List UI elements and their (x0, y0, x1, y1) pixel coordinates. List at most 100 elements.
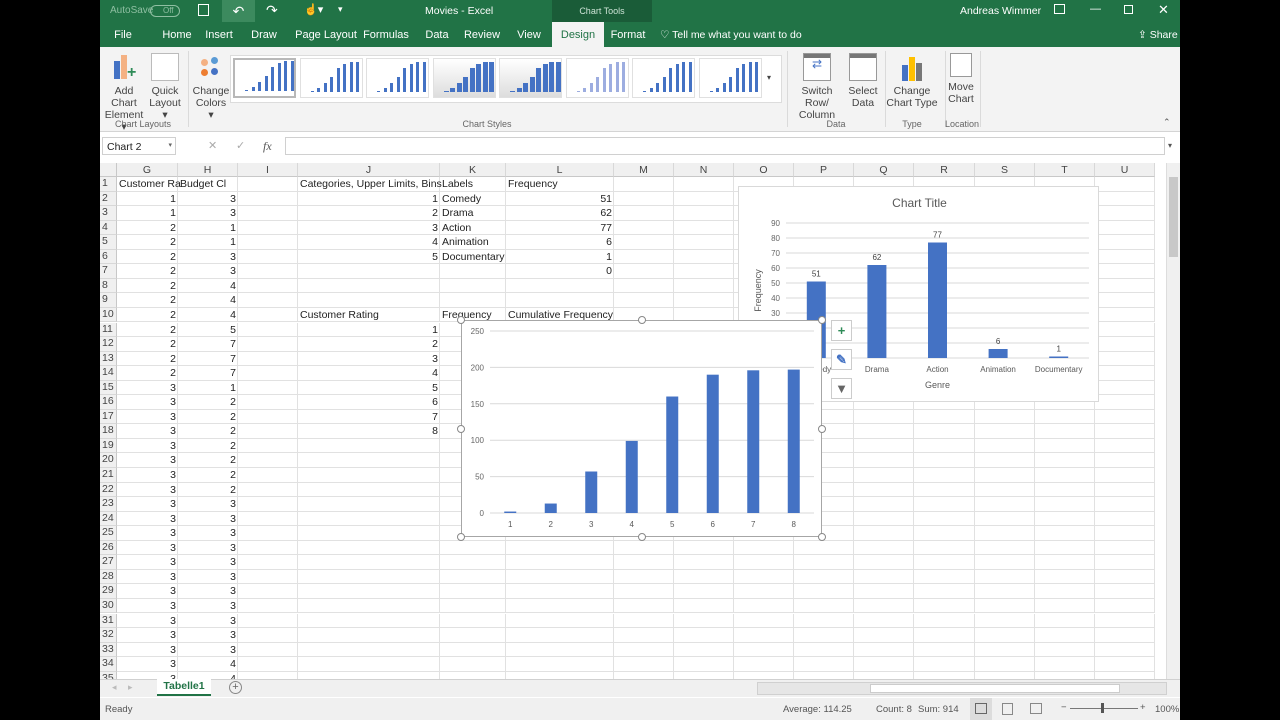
cell[interactable] (914, 642, 975, 658)
cell[interactable] (298, 598, 440, 614)
cell-L2[interactable]: 51 (506, 192, 614, 207)
cell-J18[interactable]: 8 (298, 424, 440, 439)
cell-G34[interactable]: 3 (117, 657, 178, 672)
cell[interactable] (614, 249, 674, 265)
cell[interactable] (614, 191, 674, 207)
cell-J1[interactable]: Categories, Upper Limits, Bins (298, 177, 442, 192)
cell[interactable] (614, 540, 674, 556)
cell[interactable] (238, 351, 298, 367)
cell[interactable] (674, 293, 734, 308)
cell[interactable] (238, 497, 298, 512)
cell-J10[interactable]: Customer Rating (298, 308, 440, 323)
cell[interactable] (1035, 468, 1095, 483)
cell[interactable] (975, 671, 1035, 679)
cell[interactable] (854, 657, 914, 672)
cell-G21[interactable]: 3 (117, 468, 178, 483)
tab-page-layout[interactable]: Page Layout (290, 22, 362, 47)
save-icon[interactable] (198, 4, 209, 16)
cell[interactable] (854, 628, 914, 643)
cell[interactable] (298, 511, 440, 527)
cell[interactable] (734, 671, 794, 679)
cell[interactable] (506, 657, 614, 672)
cell[interactable] (506, 569, 614, 585)
cell[interactable] (298, 453, 440, 468)
cell-H25[interactable]: 3 (178, 526, 238, 541)
row-header[interactable]: 3 (100, 206, 117, 221)
cell[interactable] (854, 468, 914, 483)
chart-style-2[interactable] (299, 58, 363, 98)
cell[interactable] (298, 540, 440, 556)
row-header[interactable]: 14 (100, 366, 117, 381)
cell-H16[interactable]: 2 (178, 395, 238, 410)
cell[interactable] (238, 642, 298, 658)
row-header[interactable]: 25 (100, 526, 117, 541)
row-header[interactable]: 10 (100, 307, 117, 323)
chart-style-4[interactable] (432, 58, 496, 98)
cell[interactable] (734, 613, 794, 629)
cell-H8[interactable]: 4 (178, 279, 238, 294)
cell-G4[interactable]: 2 (117, 221, 178, 236)
cell[interactable] (975, 526, 1035, 541)
row-header[interactable]: 16 (100, 395, 117, 410)
cell[interactable] (238, 511, 298, 527)
row-header[interactable]: 33 (100, 642, 117, 658)
row-header[interactable]: 12 (100, 337, 117, 352)
cell[interactable] (1095, 351, 1155, 367)
cell[interactable] (614, 613, 674, 629)
cell[interactable] (854, 526, 914, 541)
cell[interactable] (614, 657, 674, 672)
move-chart-button[interactable]: Move Chart (946, 51, 976, 105)
tab-view[interactable]: View (512, 22, 546, 47)
cell[interactable] (506, 671, 614, 679)
tab-data[interactable]: Data (420, 22, 454, 47)
cell[interactable] (975, 497, 1035, 512)
row-header[interactable]: 32 (100, 628, 117, 643)
collapse-ribbon-icon[interactable]: ⌃ (1163, 117, 1171, 128)
chart-style-1[interactable] (233, 58, 296, 98)
cell[interactable] (1095, 511, 1155, 527)
cell[interactable] (854, 482, 914, 498)
cell[interactable] (975, 569, 1035, 585)
cell-J15[interactable]: 5 (298, 381, 440, 396)
cell-J11[interactable]: 1 (298, 323, 440, 338)
normal-view-button[interactable] (970, 698, 992, 720)
cell[interactable] (1035, 438, 1095, 454)
cell[interactable] (440, 613, 506, 629)
redo-icon[interactable]: ↷ (266, 2, 278, 19)
cell[interactable] (440, 671, 506, 679)
cell[interactable] (506, 293, 614, 308)
cell[interactable] (298, 555, 440, 570)
column-header-H[interactable]: H (178, 163, 238, 177)
cell[interactable] (854, 642, 914, 658)
cell-G16[interactable]: 3 (117, 395, 178, 410)
tab-home[interactable]: Home (156, 22, 198, 47)
cell[interactable] (1035, 657, 1095, 672)
cell[interactable] (506, 598, 614, 614)
cell[interactable] (1095, 206, 1155, 221)
cell[interactable] (975, 468, 1035, 483)
next-sheet-icon[interactable]: ▸ (128, 682, 133, 693)
row-header[interactable]: 24 (100, 511, 117, 527)
restore-icon[interactable] (1124, 5, 1133, 14)
column-header-N[interactable]: N (674, 163, 734, 177)
cell-G29[interactable]: 3 (117, 584, 178, 599)
cell-G8[interactable]: 2 (117, 279, 178, 294)
cell[interactable] (674, 598, 734, 614)
column-header-O[interactable]: O (734, 163, 794, 177)
row-header[interactable]: 28 (100, 569, 117, 585)
cell[interactable] (298, 671, 440, 679)
row-header[interactable]: 23 (100, 497, 117, 512)
cell[interactable] (238, 438, 298, 454)
cell[interactable] (1035, 497, 1095, 512)
cell-J6[interactable]: 5 (298, 250, 440, 265)
cell[interactable] (674, 569, 734, 585)
cell[interactable] (975, 642, 1035, 658)
cell[interactable] (238, 322, 298, 338)
cell[interactable] (238, 307, 298, 323)
cell[interactable] (298, 628, 440, 643)
cell-G6[interactable]: 2 (117, 250, 178, 265)
cell[interactable] (506, 628, 614, 643)
cell[interactable] (440, 293, 506, 308)
cell[interactable] (914, 613, 975, 629)
row-header[interactable]: 20 (100, 453, 117, 468)
